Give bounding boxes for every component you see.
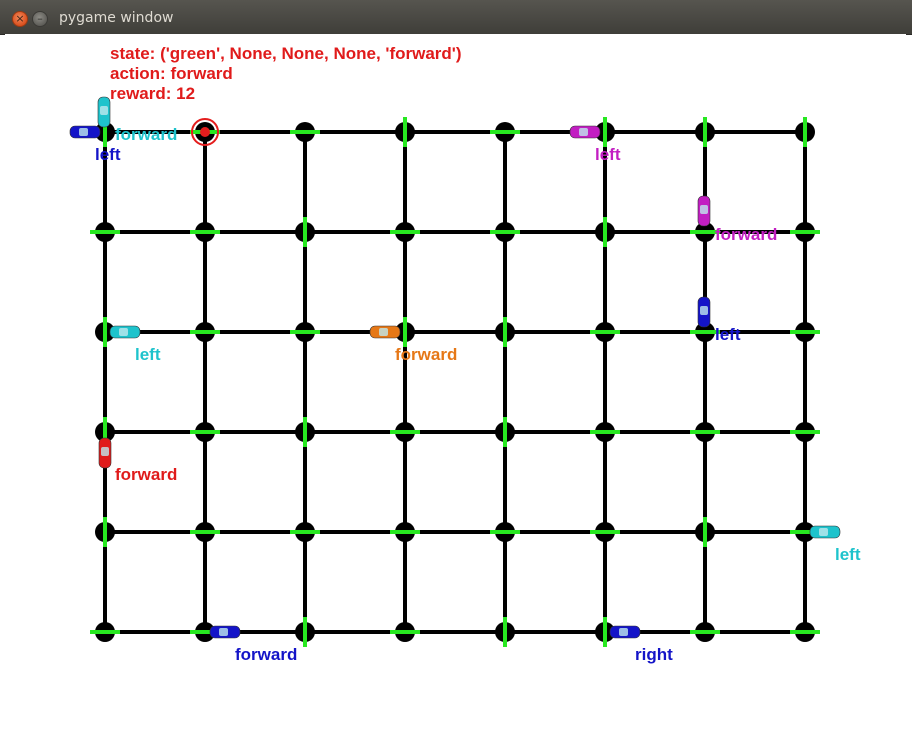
car-action-label: forward: [715, 225, 777, 244]
car-windshield: [700, 205, 708, 214]
car-action-label: forward: [115, 125, 177, 144]
car-windshield: [101, 447, 109, 456]
car-windshield: [119, 328, 128, 336]
car-action-label: right: [635, 645, 673, 664]
car-windshield: [819, 528, 828, 536]
car-action-label: forward: [115, 465, 177, 484]
car-windshield: [700, 306, 708, 315]
car-windshield: [619, 628, 628, 636]
car-windshield: [100, 106, 108, 115]
road-grid: leftforwardleftforwardleftleft forwardfor…: [69, 96, 861, 664]
destination-dot: [200, 127, 210, 137]
car-action-label: left: [135, 345, 161, 364]
car-windshield: [379, 328, 388, 336]
car-action-label: left: [595, 145, 621, 164]
car-action-label: forward: [235, 645, 297, 664]
car-action-label: forward: [395, 345, 457, 364]
action-text: action: forward: [110, 64, 233, 83]
close-button[interactable]: ×: [12, 11, 28, 27]
reward-text: reward: 12: [110, 84, 196, 103]
window-title: pygame window: [59, 10, 174, 26]
title-bar[interactable]: × – pygame window: [0, 0, 912, 35]
car-action-label: left: [95, 145, 121, 164]
car-windshield: [79, 128, 88, 136]
close-icon: ×: [15, 12, 25, 25]
car-action-label: left: [835, 545, 861, 564]
state-text: state: ('green', None, None, None, 'forw…: [110, 44, 462, 63]
pygame-window: × – pygame window left forward left forward…: [0, 0, 912, 736]
minimize-icon: –: [37, 12, 43, 25]
game-canvas[interactable]: left forward left forward left left forward for…: [5, 34, 906, 731]
car-action-label: left: [715, 325, 741, 344]
minimize-button[interactable]: –: [32, 11, 48, 27]
car-windshield: [219, 628, 228, 636]
car-windshield: [579, 128, 588, 136]
